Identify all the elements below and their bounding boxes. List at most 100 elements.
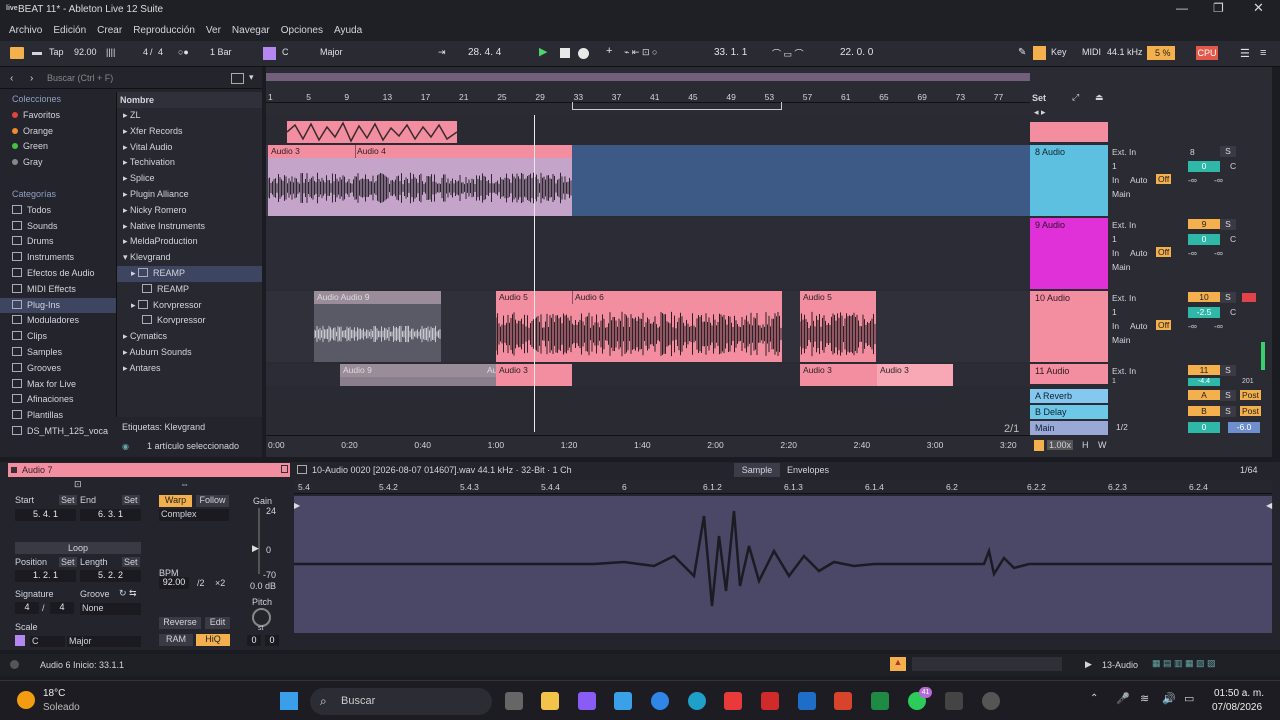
volume-field[interactable]: -4.4 <box>1188 378 1220 386</box>
store-icon[interactable] <box>614 692 632 710</box>
solo-button[interactable]: S <box>1220 365 1236 376</box>
category-todos[interactable]: Todos <box>0 203 116 219</box>
end-set-button[interactable]: Set <box>122 495 140 505</box>
overview-strip[interactable] <box>266 73 1030 81</box>
signature-num-field[interactable]: 4 <box>15 602 39 614</box>
length-field[interactable]: 5. 2. 2 <box>80 570 141 582</box>
gain-slider-track[interactable] <box>258 508 260 574</box>
volume-field[interactable]: -2.5 <box>1188 307 1220 318</box>
stop-icon[interactable] <box>560 48 570 58</box>
monitor-auto[interactable]: Auto <box>1130 175 1148 185</box>
microphone-icon[interactable]: 🎤 <box>1116 692 1130 705</box>
category-instruments[interactable]: Instruments <box>0 250 116 266</box>
list-item[interactable]: REAMP <box>117 282 262 298</box>
return-letter[interactable]: B <box>1188 406 1220 416</box>
list-item[interactable]: ▸ MeldaProduction <box>117 234 262 250</box>
audio-clip-muted[interactable]: Audio 9 <box>340 364 496 386</box>
position-set-button[interactable]: Set <box>59 557 77 567</box>
end-field[interactable]: 6. 3. 1 <box>80 509 141 521</box>
category-max-for-live[interactable]: Max for Live <box>0 377 116 393</box>
tab-envelopes[interactable]: Envelopes <box>787 465 829 475</box>
start-field[interactable]: 5. 4. 1 <box>15 509 76 521</box>
speaker-icon[interactable]: 🔊 <box>1162 692 1176 705</box>
send-b[interactable]: -∞ <box>1214 175 1223 185</box>
length-set-button[interactable]: Set <box>122 557 140 567</box>
forward-icon[interactable]: › <box>30 73 33 84</box>
send-b[interactable]: -∞ <box>1214 248 1223 258</box>
monitor-auto[interactable]: Auto <box>1130 321 1148 331</box>
monitor-in[interactable]: In <box>1112 321 1119 331</box>
minimize-icon[interactable]: — <box>1176 1 1188 15</box>
beat-ruler[interactable]: 1 5 9 13 17 21 25 29 33 37 41 45 49 53 57 61 65 69 73 77 <box>266 89 1030 103</box>
loop-selection[interactable] <box>572 145 1030 216</box>
monitor-auto[interactable]: Auto <box>1130 248 1148 258</box>
list-item[interactable]: ▸ Splice <box>117 171 262 187</box>
list-item[interactable]: ▸ Vital Audio <box>117 140 262 156</box>
automation-icons[interactable]: ⌁ ⇤ ⊡ ○ <box>624 47 657 58</box>
expand-icon[interactable]: ⤢ <box>1072 92 1079 103</box>
audio-clip-audio5b[interactable]: Audio 5 <box>800 291 876 362</box>
scale-toggle-icon[interactable] <box>15 635 25 646</box>
menu-ver[interactable]: Ver <box>206 25 221 36</box>
punch-icons[interactable]: ⌒ ▭ ⌒ <box>772 47 804 60</box>
excel-icon[interactable] <box>871 692 889 710</box>
end-marker-icon[interactable]: ◀ <box>1266 501 1272 510</box>
category-clips[interactable]: Clips <box>0 329 116 345</box>
category-midi-effects[interactable]: MIDI Effects <box>0 282 116 298</box>
clip-name-bar[interactable]: Audio 7 <box>8 463 290 477</box>
list-item[interactable]: ▸ Antares <box>117 361 262 377</box>
list-item[interactable]: ▸ Korvpressor <box>117 298 262 314</box>
send-a[interactable]: -∞ <box>1188 175 1197 185</box>
main-header[interactable]: Main <box>1030 421 1108 435</box>
collection-green[interactable]: Green <box>0 139 116 155</box>
track-header-8[interactable]: 8 Audio <box>1030 145 1108 216</box>
position-field[interactable]: 1. 2. 1 <box>15 570 76 582</box>
track-header-10[interactable]: 10 Audio <box>1030 291 1108 362</box>
add-icon[interactable]: + <box>606 45 612 57</box>
menu-edicion[interactable]: Edición <box>53 25 86 36</box>
lock-icon[interactable]: ⏏ <box>1095 92 1104 103</box>
post-button[interactable]: Post <box>1240 406 1262 416</box>
track-header-9[interactable]: 9 Audio <box>1030 218 1108 289</box>
menu-reproduccion[interactable]: Reproducción <box>133 25 195 36</box>
list-item[interactable]: ▸ Auburn Sounds <box>117 345 262 361</box>
tempo-field[interactable]: 92.00 <box>74 47 97 57</box>
list-item[interactable]: ▸ Plugin Alliance <box>117 187 262 203</box>
input-type[interactable]: Ext. In <box>1112 293 1136 303</box>
volume-field[interactable]: 0 <box>1188 161 1220 172</box>
output-select[interactable]: Main <box>1112 262 1130 272</box>
category-tunings[interactable]: Afinaciones <box>0 392 116 408</box>
scale-root-select[interactable]: C <box>30 636 65 647</box>
main-volume[interactable]: 0 <box>1188 422 1220 433</box>
time-ruler[interactable]: 0:00 0:20 0:40 1:00 1:20 1:40 2:00 2:20 2:40 3:00… <box>266 435 1030 453</box>
post-button[interactable]: Post <box>1240 390 1262 400</box>
taskbar-search[interactable]: ⌕ Buscar <box>310 688 492 715</box>
monitor-off[interactable]: Off <box>1156 247 1172 257</box>
tags-value[interactable]: Klevgrand <box>165 422 206 432</box>
track-number[interactable]: 10 <box>1188 292 1220 302</box>
track-header-7[interactable] <box>1030 122 1108 142</box>
track-number[interactable]: 11 <box>1188 365 1220 375</box>
category-samples[interactable]: Samples <box>0 345 116 361</box>
pan-field[interactable]: C <box>1230 161 1236 171</box>
monitor-off[interactable]: Off <box>1156 320 1172 330</box>
clip-activator-icon[interactable] <box>11 467 17 473</box>
list-item[interactable]: ▸ Nicky Romero <box>117 203 262 219</box>
input-type[interactable]: Ext. In <box>1112 220 1136 230</box>
input-channel[interactable]: 1 <box>1112 378 1116 385</box>
pan-field[interactable]: C <box>1230 307 1236 317</box>
windows-start-icon[interactable] <box>280 692 298 710</box>
monitor-in[interactable]: In <box>1112 175 1119 185</box>
send-a[interactable]: 201 <box>1242 378 1254 385</box>
search-input[interactable]: Buscar (Ctrl + F) <box>47 73 113 83</box>
chevron-down-icon[interactable]: ▾ <box>249 72 254 83</box>
metronome-bars-icon[interactable]: |||| <box>106 47 115 57</box>
task-view-icon[interactable] <box>505 692 523 710</box>
groove-hot-swap-icon[interactable]: ↻ ⇆ <box>119 588 137 599</box>
solo-button[interactable]: S <box>1220 390 1236 401</box>
warp-mode-select[interactable]: Complex <box>159 509 229 521</box>
grid-select[interactable]: 1/64 <box>1240 465 1258 475</box>
scale-toggle-icon[interactable] <box>263 47 276 60</box>
wifi-icon[interactable]: ≋ <box>1140 692 1149 705</box>
track-number[interactable]: 9 <box>1188 219 1220 229</box>
